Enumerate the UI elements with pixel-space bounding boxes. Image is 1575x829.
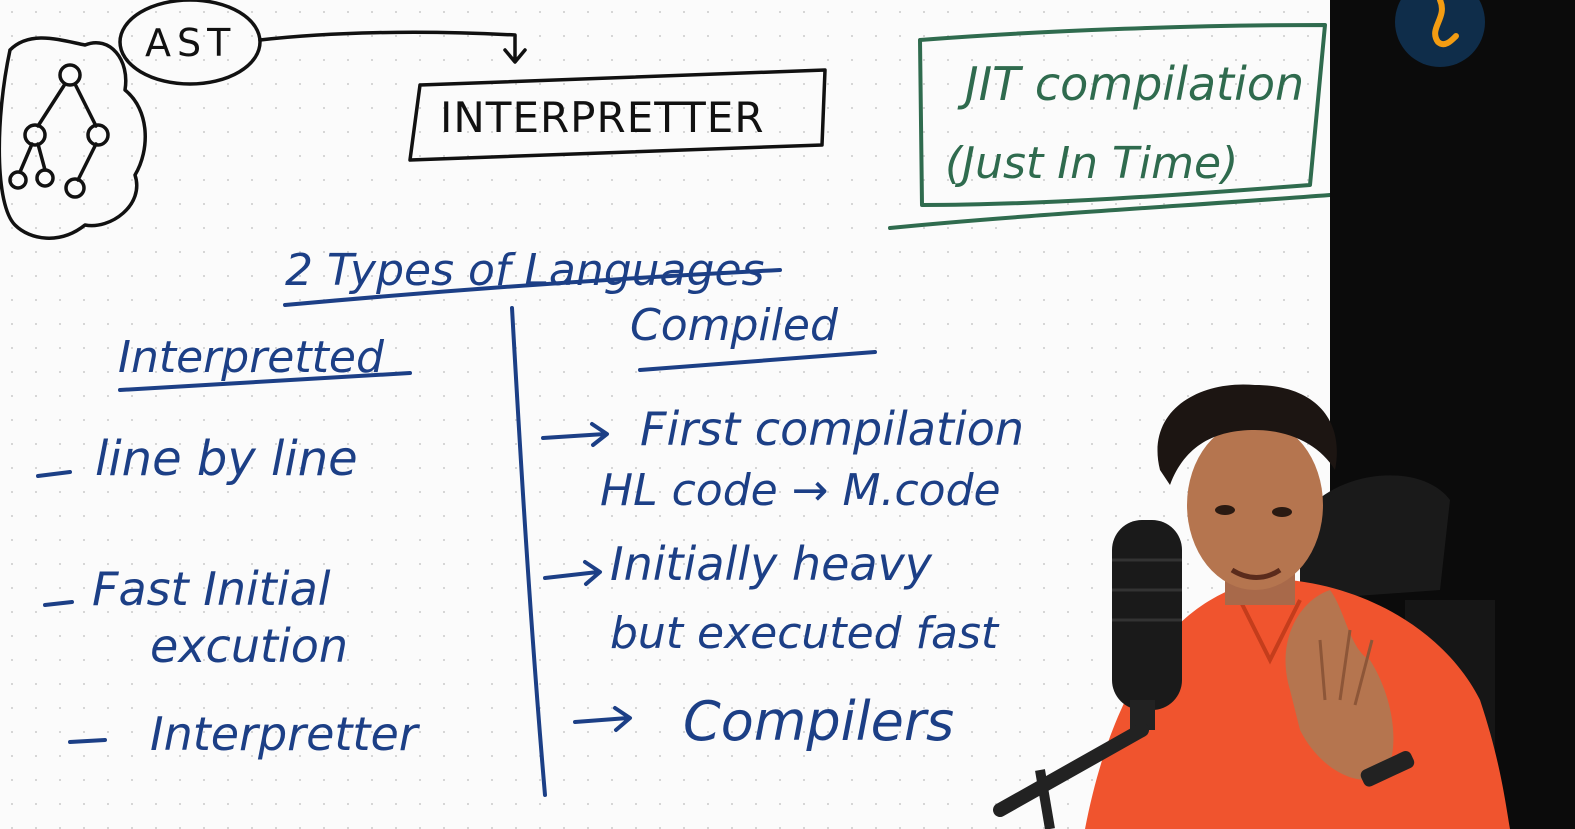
interpreted-item-2: Fast Initial — [92, 562, 331, 616]
compiled-item-1: First compilation — [640, 402, 1024, 456]
video-frame: AST INTERPRETTER JIT compilation (Just I… — [0, 0, 1575, 829]
compiled-header: Compiled — [630, 300, 839, 351]
ast-bubble: AST — [118, 0, 262, 86]
jit-box: JIT compilation (Just In Time) — [888, 23, 1332, 230]
jit-title: JIT compilation — [957, 57, 1304, 111]
ast-to-interpreter-arrow — [258, 30, 527, 64]
compiled-item-2: Initially heavy — [610, 537, 933, 591]
compiled-item-3: Compilers — [683, 690, 954, 753]
types-heading-text: 2 Types of Languages — [285, 245, 764, 296]
ast-tree-cloud — [0, 36, 147, 240]
interpreted-item-2-cont: excution — [150, 619, 348, 673]
interpreted-item-1: line by line — [95, 431, 358, 487]
column-divider — [510, 306, 547, 797]
whiteboard-drawing: AST INTERPRETTER JIT compilation (Just I… — [0, 0, 1575, 829]
interpreted-column: Interpretted line by line Fast Initial e… — [36, 332, 421, 761]
ast-label: AST — [145, 21, 236, 65]
interpreter-box-label: INTERPRETTER — [440, 93, 765, 142]
jit-subtitle: (Just In Time) — [945, 138, 1238, 189]
compiled-item-2-cont: but executed fast — [610, 608, 1000, 659]
interpreter-box: INTERPRETTER — [408, 68, 827, 162]
interpreted-item-3: Interpretter — [150, 707, 421, 761]
compiled-item-1-cont: HL code → M.code — [600, 465, 1001, 516]
compiled-column: Compiled First compilation HL code → M.c… — [541, 300, 1024, 753]
types-heading: 2 Types of Languages — [283, 245, 782, 307]
